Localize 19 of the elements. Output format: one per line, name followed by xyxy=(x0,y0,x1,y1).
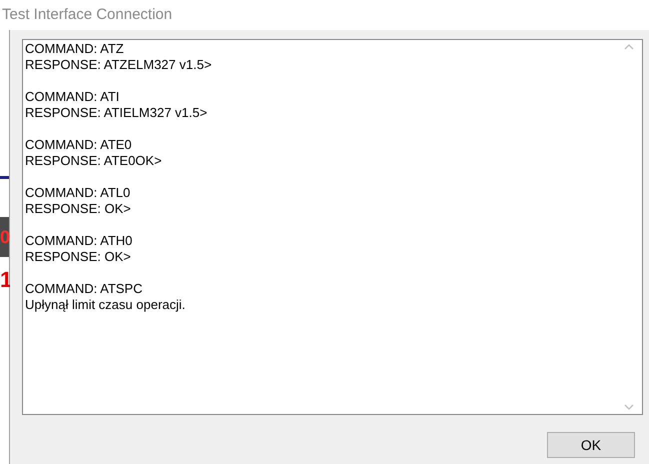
log-line: COMMAND: ATZ xyxy=(25,41,124,57)
log-line: COMMAND: ATI xyxy=(25,89,120,105)
log-line: COMMAND: ATH0 xyxy=(25,233,132,249)
scroll-up-icon[interactable] xyxy=(624,44,634,50)
log-line: RESPONSE: OK> xyxy=(25,249,131,265)
ok-button[interactable]: OK xyxy=(547,432,635,458)
log-line: RESPONSE: ATE0OK> xyxy=(25,153,162,169)
background-digit: 0 xyxy=(0,228,10,246)
scroll-down-icon[interactable] xyxy=(624,404,634,410)
log-line: COMMAND: ATSPC xyxy=(25,281,142,297)
window-title: Test Interface Connection xyxy=(2,4,172,25)
log-line: COMMAND: ATE0 xyxy=(25,137,132,153)
log-line: Upłynął limit czasu operacji. xyxy=(25,297,186,313)
log-line: RESPONSE: ATIELM327 v1.5> xyxy=(25,105,208,121)
background-digit: 1 xyxy=(0,269,12,291)
log-text-area[interactable] xyxy=(22,39,643,415)
log-line: COMMAND: ATL0 xyxy=(25,185,130,201)
log-line: RESPONSE: OK> xyxy=(25,201,131,217)
log-line: RESPONSE: ATZELM327 v1.5> xyxy=(25,57,212,73)
